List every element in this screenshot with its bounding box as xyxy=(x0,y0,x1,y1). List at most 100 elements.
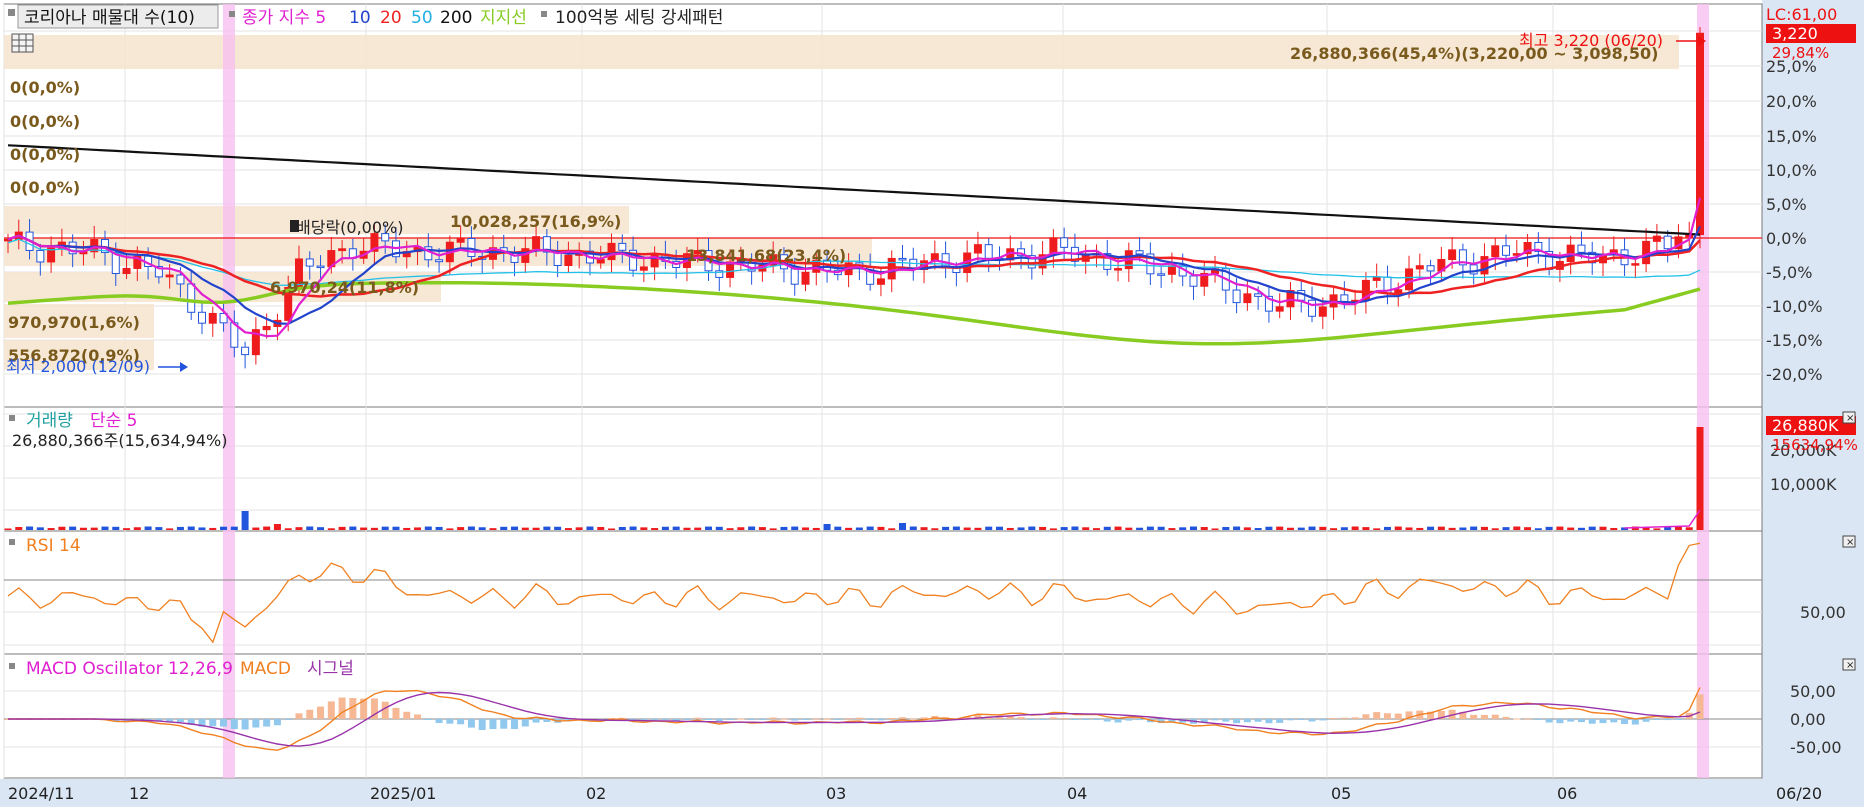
macd-close-button[interactable]: × xyxy=(1842,658,1856,671)
macd-legend-macd[interactable]: MACD xyxy=(240,659,291,679)
legend-extra[interactable]: 100억봉 세팅 강세패턴 xyxy=(555,8,723,28)
macd-axis-tick: -50,00 xyxy=(1790,738,1842,757)
volume-bar xyxy=(812,527,820,530)
volume-bar xyxy=(1060,527,1068,530)
rsi-legend[interactable]: RSI 14 xyxy=(26,536,81,556)
price-legend[interactable]: 코리아나 매물대 수(10) 종가 지수 5 10 20 50 200 지지선 … xyxy=(8,4,723,29)
volume-bar xyxy=(1286,527,1294,530)
volume-bar xyxy=(877,526,885,530)
macd-oscillator-bar xyxy=(327,701,335,719)
macd-oscillator-bar xyxy=(1060,717,1068,719)
volume-bar xyxy=(478,527,486,530)
candle-body xyxy=(639,266,648,271)
macd-oscillator-bar xyxy=(1567,719,1575,722)
volume-bar xyxy=(1340,527,1348,530)
x-axis-label: 06 xyxy=(1557,784,1577,803)
volume-bar xyxy=(220,526,228,530)
volume-bar xyxy=(1276,526,1284,530)
candle-body xyxy=(1426,265,1435,272)
x-axis-bar[interactable] xyxy=(0,779,1864,807)
macd-oscillator-bar xyxy=(511,719,519,730)
volume-bar xyxy=(618,527,626,530)
macd-legend-osc[interactable]: MACD Oscillator 12,26,9 xyxy=(26,659,233,679)
volume-bar xyxy=(1006,527,1014,530)
macd-oscillator-bar xyxy=(1653,719,1661,720)
legend-ma20[interactable]: 20 xyxy=(380,8,402,28)
macd-oscillator-bar xyxy=(1308,719,1316,722)
rsi-close-button[interactable]: × xyxy=(1842,535,1856,548)
volume-bar xyxy=(1222,526,1230,530)
macd-oscillator-bar xyxy=(1491,714,1499,719)
candle-body xyxy=(1060,237,1069,248)
candle-body xyxy=(1167,265,1176,275)
left-label-2: 0(0,0%) xyxy=(10,112,80,131)
macd-oscillator-bar xyxy=(252,719,260,728)
price-axis-tick: 10,0% xyxy=(1766,161,1817,180)
volume-bar xyxy=(985,526,993,530)
macd-oscillator-bar xyxy=(1373,712,1381,719)
volume-bar xyxy=(715,526,723,530)
volume-bar xyxy=(1599,526,1607,530)
legend-ma50[interactable]: 50 xyxy=(411,8,433,28)
macd-oscillator-bar xyxy=(1039,719,1047,720)
candle-body xyxy=(456,237,465,243)
candle-body xyxy=(176,274,185,285)
macd-oscillator-bar xyxy=(273,719,281,726)
macd-oscillator-bar xyxy=(769,717,777,719)
volume-bar xyxy=(467,526,475,530)
macd-oscillator-bar xyxy=(1297,719,1305,720)
volume-bar xyxy=(457,527,465,530)
legend-ma10[interactable]: 10 xyxy=(349,8,371,28)
macd-oscillator-bar xyxy=(1545,719,1553,723)
stock-chart[interactable]: 25,0% 20,0% 15,0% 10,0% 5,0% 0,0% -5,0% -10,0% -… xyxy=(0,0,1864,807)
volume-bar xyxy=(1211,528,1219,530)
price-axis-tick: -15,0% xyxy=(1766,331,1823,350)
macd-oscillator-bar xyxy=(1211,719,1219,721)
macd-oscillator-bar xyxy=(823,718,831,720)
volume-bar xyxy=(705,526,713,530)
macd-oscillator-bar xyxy=(791,719,799,721)
macd-oscillator-bar xyxy=(1125,719,1133,721)
volume-legend-ma[interactable]: 단순 5 xyxy=(90,411,138,431)
volume-bar xyxy=(521,527,529,530)
table-grid-icon[interactable] xyxy=(11,33,34,53)
macd-legend-signal[interactable]: 시그널 xyxy=(307,659,354,679)
macd-oscillator-bar xyxy=(1480,714,1488,719)
volume-ma5-line xyxy=(1624,509,1701,529)
macd-oscillator-bar xyxy=(306,709,314,719)
macd-oscillator-bar xyxy=(457,719,465,725)
volume-bar xyxy=(963,527,971,530)
volume-bar xyxy=(1071,526,1079,530)
volume-bar xyxy=(1049,528,1057,530)
legend-close-ma[interactable]: 종가 지수 5 xyxy=(242,8,326,28)
volume-bar xyxy=(392,526,400,530)
macd-oscillator-bar xyxy=(995,717,1003,719)
volume-close-button[interactable]: × xyxy=(1842,411,1856,424)
left-label-4: 0(0,0%) xyxy=(10,178,80,197)
volume-bar xyxy=(47,528,55,530)
volume-bar xyxy=(661,526,669,530)
volume-bar xyxy=(1653,528,1661,530)
volume-info: 26,880,366주(15,634,94%) xyxy=(12,431,227,450)
pct-badge-text: 29,84% xyxy=(1772,44,1829,62)
macd-oscillator-bar xyxy=(715,719,723,722)
macd-oscillator-bar xyxy=(855,717,863,719)
macd-oscillator-bar xyxy=(1276,719,1284,723)
candle-body xyxy=(596,259,605,264)
volume-bar xyxy=(133,527,141,530)
vp-label-2: 10,028,257(16,9%) xyxy=(450,212,621,231)
volume-bar xyxy=(909,526,917,530)
candle-body xyxy=(973,244,982,254)
volume-bar xyxy=(802,527,810,530)
macd-oscillator-bar xyxy=(1222,719,1230,722)
legend-support[interactable]: 지지선 xyxy=(480,8,527,28)
legend-ma200[interactable]: 200 xyxy=(440,8,472,28)
macd-oscillator-bar xyxy=(435,719,443,724)
legend-title[interactable]: 코리아나 매물대 수(10) xyxy=(24,8,195,28)
macd-axis-tick: 0,00 xyxy=(1790,710,1826,729)
volume-legend-title[interactable]: 거래량 xyxy=(26,411,73,431)
candle-body xyxy=(564,254,573,266)
volume-bar xyxy=(1685,527,1693,530)
volume-bar xyxy=(920,527,928,530)
macd-oscillator-bar xyxy=(1524,718,1532,720)
